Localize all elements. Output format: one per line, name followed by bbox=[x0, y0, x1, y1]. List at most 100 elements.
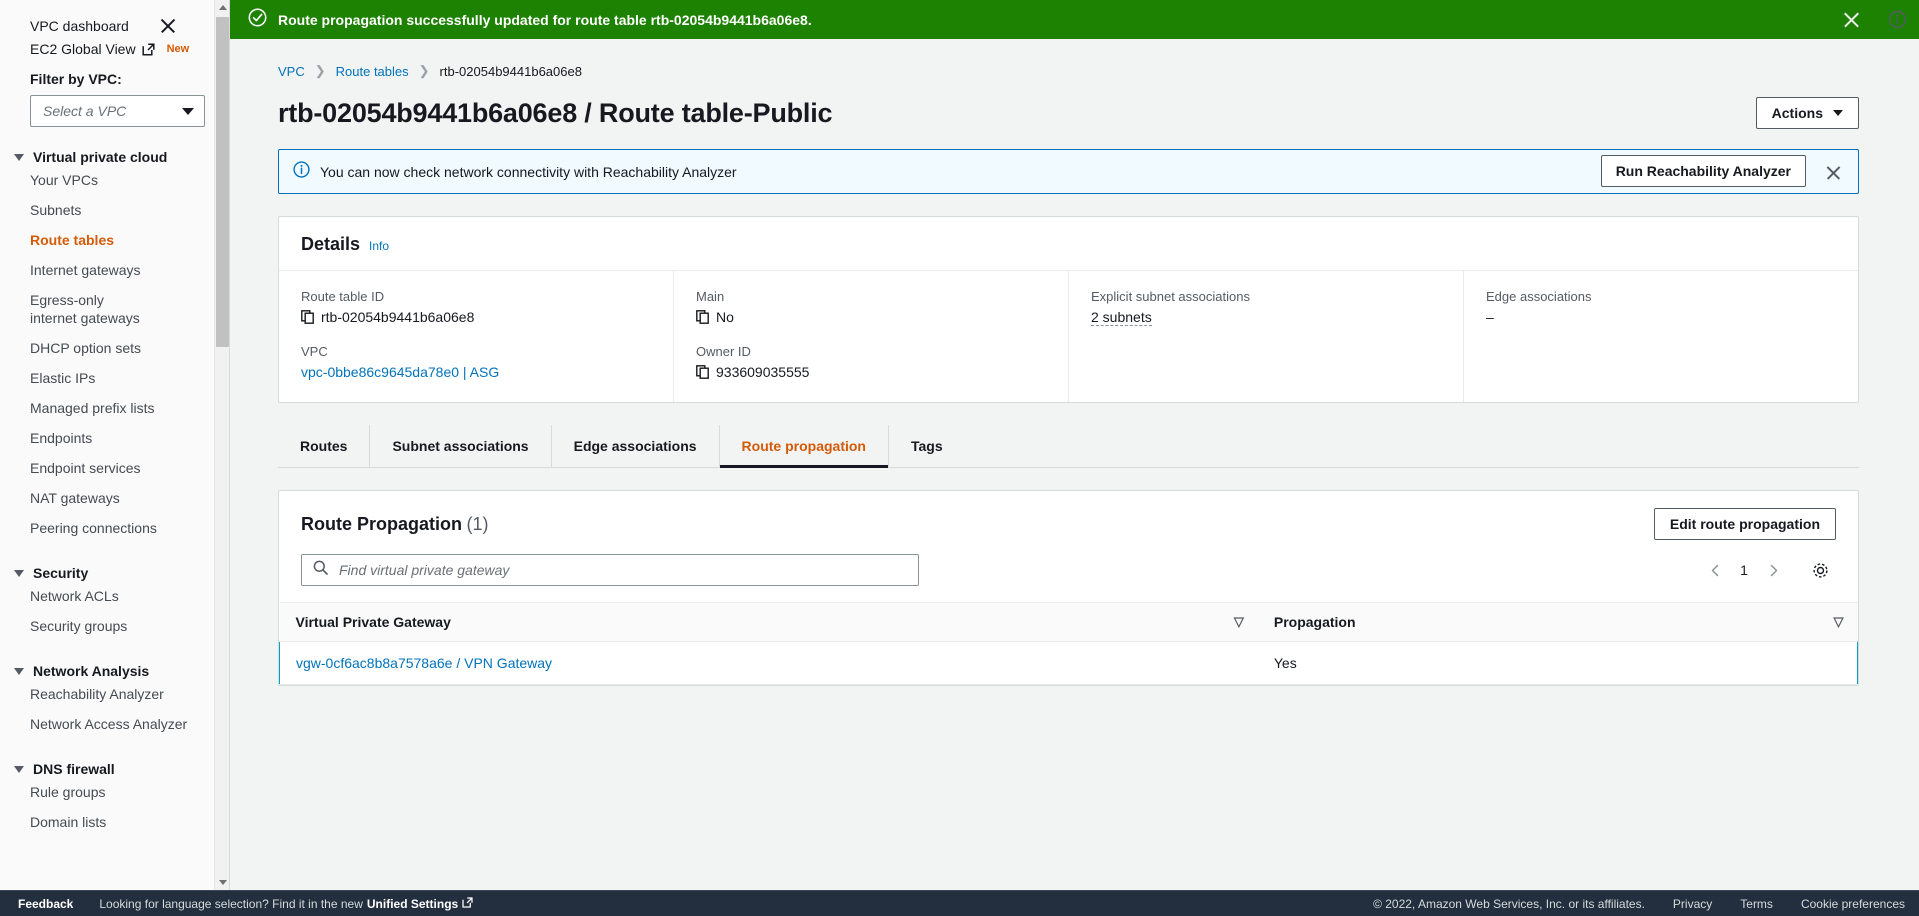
table-header: Virtual Private Gateway ▽ Propagation ▽ bbox=[279, 602, 1858, 642]
tab-label: Tags bbox=[910, 438, 943, 454]
alert-message: You can now check network connectivity w… bbox=[320, 163, 737, 180]
tab-route-propagation[interactable]: Route propagation bbox=[719, 425, 889, 468]
page-content: VPC ❯ Route tables ❯ rtb-02054b9441b6a06… bbox=[230, 39, 1919, 686]
scrollbar-thumb[interactable] bbox=[216, 17, 229, 347]
details-column-4: Edge associations – bbox=[1464, 271, 1858, 402]
close-icon[interactable] bbox=[1825, 164, 1842, 181]
tab-label: Route propagation bbox=[741, 438, 866, 454]
tab-tags[interactable]: Tags bbox=[889, 425, 965, 467]
next-page-icon[interactable] bbox=[1758, 555, 1788, 585]
sidebar-item-route-tables[interactable]: Route tables bbox=[0, 225, 229, 255]
cell-virtual-private-gateway: vgw-0cf6ac8b8a7578a6e / VPN Gateway bbox=[278, 641, 1258, 685]
sidebar-item-egress-only-internet-gateways[interactable]: Egress-only internet gateways bbox=[0, 285, 155, 333]
external-link-icon bbox=[142, 42, 155, 56]
search-box[interactable] bbox=[301, 554, 919, 586]
page-title: rtb-02054b9441b6a06e8 / Route table-Publ… bbox=[278, 97, 833, 128]
footer-left: Feedback Looking for language selection?… bbox=[18, 897, 473, 911]
sidebar-content: VPC dashboard EC2 Global View New Filter… bbox=[0, 0, 229, 890]
sidebar-item-domain-lists[interactable]: Domain lists bbox=[0, 807, 229, 837]
breadcrumb-item-vpc[interactable]: VPC bbox=[278, 64, 305, 79]
privacy-link[interactable]: Privacy bbox=[1673, 897, 1712, 911]
copy-icon[interactable] bbox=[696, 310, 709, 324]
tab-routes[interactable]: Routes bbox=[278, 425, 371, 467]
details-column-1: Route table ID rtb-02054b9441b6a06e8 VPC… bbox=[279, 271, 674, 402]
route-propagation-toolbar: 1 bbox=[279, 540, 1858, 602]
virtual-private-gateway-link[interactable]: vgw-0cf6ac8b8a7578a6e / VPN Gateway bbox=[296, 655, 552, 671]
field-vpc: VPC vpc-0bbe86c9645da78e0 | ASG bbox=[301, 344, 651, 380]
run-reachability-analyzer-button[interactable]: Run Reachability Analyzer bbox=[1600, 155, 1806, 187]
scroll-up-arrow-icon[interactable] bbox=[215, 0, 229, 15]
sidebar-group-dns-firewall[interactable]: DNS firewall bbox=[0, 761, 229, 777]
sidebar-item-reachability-analyzer[interactable]: Reachability Analyzer bbox=[0, 679, 229, 709]
sidebar-group-virtual-private-cloud[interactable]: Virtual private cloud bbox=[0, 149, 229, 165]
sidebar-scrollbar[interactable] bbox=[214, 0, 229, 890]
vpc-link[interactable]: vpc-0bbe86c9645da78e0 | ASG bbox=[301, 364, 499, 380]
field-label: VPC bbox=[301, 344, 328, 359]
sidebar-item-peering-connections[interactable]: Peering connections bbox=[0, 513, 229, 543]
page-number[interactable]: 1 bbox=[1734, 562, 1754, 578]
copy-icon[interactable] bbox=[301, 310, 314, 324]
search-input[interactable] bbox=[337, 561, 907, 579]
sidebar-item-dhcp-option-sets[interactable]: DHCP option sets bbox=[0, 333, 229, 363]
sidebar-item-elastic-ips[interactable]: Elastic IPs bbox=[0, 363, 229, 393]
vpc-filter-select[interactable]: Select a VPC bbox=[30, 95, 205, 127]
breadcrumb: VPC ❯ Route tables ❯ rtb-02054b9441b6a06… bbox=[230, 39, 1919, 79]
breadcrumb-item-route-tables[interactable]: Route tables bbox=[336, 64, 409, 79]
sidebar-item-subnets[interactable]: Subnets bbox=[0, 195, 229, 225]
settings-gear-icon[interactable] bbox=[1804, 554, 1836, 586]
route-propagation-title: Route Propagation bbox=[301, 513, 462, 534]
sidebar-group-network-analysis[interactable]: Network Analysis bbox=[0, 663, 229, 679]
feedback-link[interactable]: Feedback bbox=[18, 897, 73, 911]
info-icon[interactable] bbox=[1888, 10, 1907, 29]
sidebar-item-endpoints[interactable]: Endpoints bbox=[0, 423, 229, 453]
sidebar-item-rule-groups[interactable]: Rule groups bbox=[0, 777, 229, 807]
run-reachability-analyzer-label: Run Reachability Analyzer bbox=[1615, 163, 1791, 179]
sidebar-item-endpoint-services[interactable]: Endpoint services bbox=[0, 453, 229, 483]
tab-subnet-associations[interactable]: Subnet associations bbox=[370, 425, 552, 467]
sidebar-item-nat-gateways[interactable]: NAT gateways bbox=[0, 483, 229, 513]
explicit-subnet-associations-link[interactable]: 2 subnets bbox=[1091, 309, 1152, 326]
footer-right: © 2022, Amazon Web Services, Inc. or its… bbox=[1373, 897, 1905, 911]
close-icon[interactable] bbox=[1842, 10, 1861, 29]
details-info-link[interactable]: Info bbox=[369, 239, 389, 253]
edit-route-propagation-button[interactable]: Edit route propagation bbox=[1653, 508, 1836, 540]
sort-icon[interactable]: ▽ bbox=[1234, 614, 1244, 630]
pagination: 1 bbox=[1700, 554, 1836, 586]
sort-icon[interactable]: ▽ bbox=[1834, 614, 1844, 630]
sidebar-group-label: Security bbox=[33, 565, 89, 581]
sidebar-item-label: EC2 Global View bbox=[30, 41, 136, 57]
actions-button[interactable]: Actions bbox=[1755, 97, 1859, 129]
column-header-virtual-private-gateway[interactable]: Virtual Private Gateway ▽ bbox=[279, 602, 1258, 642]
cookie-preferences-link[interactable]: Cookie preferences bbox=[1801, 897, 1905, 911]
sidebar-item-internet-gateways[interactable]: Internet gateways bbox=[0, 255, 229, 285]
field-label: Edge associations bbox=[1486, 289, 1592, 304]
sidebar-item-your-vpcs[interactable]: Your VPCs bbox=[0, 165, 229, 195]
route-propagation-card: Route Propagation (1) Edit route propaga… bbox=[278, 490, 1859, 686]
sidebar-item-security-groups[interactable]: Security groups bbox=[0, 611, 229, 641]
column-header-propagation[interactable]: Propagation ▽ bbox=[1257, 602, 1858, 642]
sidebar-item-network-access-analyzer[interactable]: Network Access Analyzer bbox=[0, 709, 229, 739]
breadcrumb-separator-icon: ❯ bbox=[418, 63, 430, 78]
footer: Feedback Looking for language selection?… bbox=[0, 890, 1919, 916]
sidebar-item-label: Subnets bbox=[30, 202, 82, 218]
previous-page-icon[interactable] bbox=[1700, 555, 1730, 585]
table-row[interactable]: vgw-0cf6ac8b8a7578a6e / VPN Gateway Yes bbox=[278, 641, 1858, 685]
filter-by-vpc-label: Filter by VPC: bbox=[30, 71, 122, 87]
table-header-row: Virtual Private Gateway ▽ Propagation ▽ bbox=[279, 602, 1858, 642]
sidebar-item-network-acls[interactable]: Network ACLs bbox=[0, 581, 229, 611]
terms-link[interactable]: Terms bbox=[1740, 897, 1773, 911]
chevron-down-icon bbox=[182, 107, 194, 115]
field-route-table-id: Route table ID rtb-02054b9441b6a06e8 bbox=[301, 289, 651, 325]
sidebar-item-managed-prefix-lists[interactable]: Managed prefix lists bbox=[0, 393, 229, 423]
unified-settings-link[interactable]: Unified Settings bbox=[367, 897, 458, 911]
sidebar-group-security[interactable]: Security bbox=[0, 565, 229, 581]
close-icon[interactable] bbox=[159, 17, 177, 35]
sidebar-group-label: Network Analysis bbox=[33, 663, 150, 679]
field-value-row: rtb-02054b9441b6a06e8 bbox=[301, 309, 651, 325]
scroll-down-arrow-icon[interactable] bbox=[215, 875, 229, 890]
copy-icon[interactable] bbox=[696, 365, 709, 379]
sidebar-item-vpc-dashboard[interactable]: VPC dashboard bbox=[30, 17, 129, 35]
tab-edge-associations[interactable]: Edge associations bbox=[552, 425, 720, 467]
cell-propagation: Yes bbox=[1257, 641, 1858, 685]
sidebar-item-ec2-global-view[interactable]: EC2 Global View New bbox=[0, 35, 229, 57]
